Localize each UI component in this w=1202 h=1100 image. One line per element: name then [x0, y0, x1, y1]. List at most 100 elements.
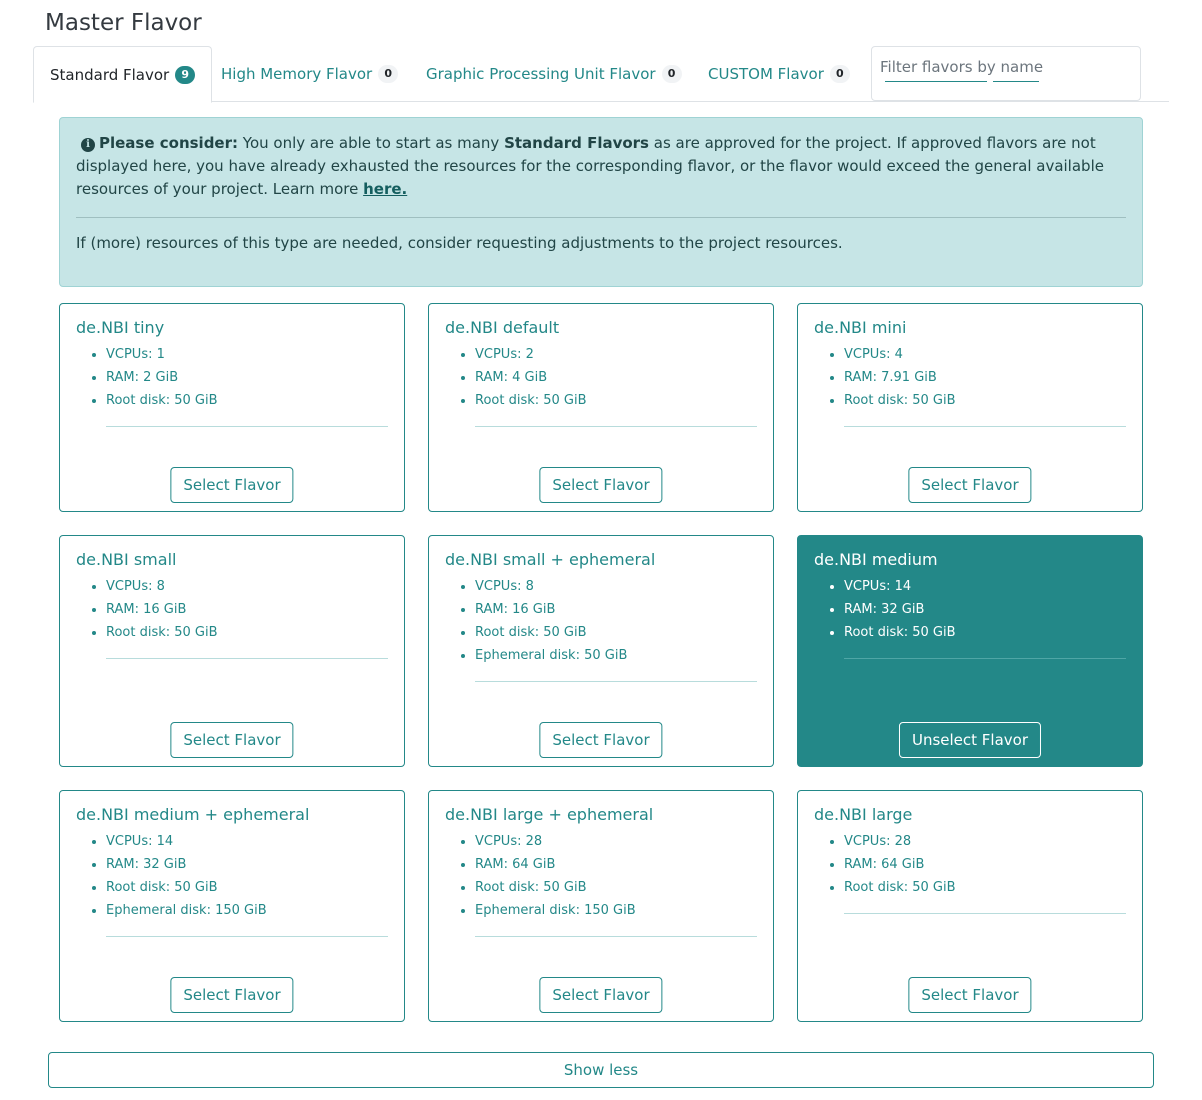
flavor-specs: VCPUs: 8 RAM: 16 GiB Root disk: 50 GiB: [76, 575, 388, 644]
flavor-name: de.NBI small + ephemeral: [445, 550, 656, 569]
alert-bold-text: Standard Flavors: [504, 134, 649, 152]
select-flavor-button[interactable]: Select Flavor: [170, 977, 294, 1013]
spec-item: VCPUs: 8: [475, 575, 757, 598]
card-divider: [475, 681, 757, 682]
spec-item: RAM: 4 GiB: [475, 366, 757, 389]
select-flavor-button[interactable]: Select Flavor: [170, 467, 294, 503]
select-flavor-button[interactable]: Select Flavor: [908, 467, 1032, 503]
spec-item: Root disk: 50 GiB: [106, 389, 388, 412]
card-divider: [844, 658, 1126, 659]
tab-custom-flavor[interactable]: CUSTOM Flavor 0: [692, 46, 866, 102]
spec-item: RAM: 16 GiB: [475, 598, 757, 621]
alert-footer: If (more) resources of this type are nee…: [76, 234, 843, 252]
spec-item: RAM: 7.91 GiB: [844, 366, 1126, 389]
spec-item: Root disk: 50 GiB: [844, 389, 1126, 412]
spec-item: VCPUs: 1: [106, 343, 388, 366]
spec-item: Ephemeral disk: 150 GiB: [475, 899, 757, 922]
spec-item: Root disk: 50 GiB: [106, 876, 388, 899]
card-divider: [106, 936, 388, 937]
filter-container: [871, 46, 1141, 101]
tab-label: Standard Flavor: [50, 65, 170, 84]
tab-high-memory-flavor[interactable]: High Memory Flavor 0: [205, 46, 414, 102]
flavor-name: de.NBI medium: [814, 550, 938, 569]
tab-label: CUSTOM Flavor: [708, 65, 824, 83]
card-divider: [844, 913, 1126, 914]
select-flavor-button[interactable]: Select Flavor: [170, 722, 294, 758]
show-less-button[interactable]: Show less: [48, 1052, 1154, 1088]
select-flavor-button[interactable]: Select Flavor: [539, 467, 663, 503]
unselect-flavor-button[interactable]: Unselect Flavor: [898, 722, 1042, 758]
spec-item: Root disk: 50 GiB: [475, 876, 757, 899]
flavor-card: de.NBI tiny VCPUs: 1 RAM: 2 GiB Root dis…: [59, 303, 405, 512]
spec-item: Root disk: 50 GiB: [844, 876, 1126, 899]
alert-message: i Please consider: You only are able to s…: [76, 132, 1126, 201]
filter-underline: [993, 81, 1039, 82]
flavor-specs: VCPUs: 28 RAM: 64 GiB Root disk: 50 GiB: [814, 830, 1126, 899]
spec-item: VCPUs: 14: [844, 575, 1126, 598]
spec-item: RAM: 32 GiB: [844, 598, 1126, 621]
spec-item: Root disk: 50 GiB: [475, 621, 757, 644]
spec-item: RAM: 64 GiB: [844, 853, 1126, 876]
select-flavor-button[interactable]: Select Flavor: [539, 977, 663, 1013]
filter-underline: [885, 81, 987, 82]
flavor-name: de.NBI mini: [814, 318, 907, 337]
select-flavor-button[interactable]: Select Flavor: [908, 977, 1032, 1013]
spec-item: VCPUs: 8: [106, 575, 388, 598]
card-divider: [475, 936, 757, 937]
tab-label: High Memory Flavor: [221, 65, 373, 83]
card-divider: [106, 658, 388, 659]
count-badge: 0: [829, 65, 850, 83]
card-divider: [475, 426, 757, 427]
spec-item: RAM: 2 GiB: [106, 366, 388, 389]
flavor-name: de.NBI large: [814, 805, 913, 824]
spec-item: Ephemeral disk: 50 GiB: [475, 644, 757, 667]
spec-item: RAM: 32 GiB: [106, 853, 388, 876]
count-badge: 9: [175, 65, 196, 84]
page-title: Master Flavor: [45, 10, 202, 36]
tab-gpu-flavor[interactable]: Graphic Processing Unit Flavor 0: [410, 46, 698, 102]
flavor-name: de.NBI medium + ephemeral: [76, 805, 310, 824]
flavor-specs: VCPUs: 2 RAM: 4 GiB Root disk: 50 GiB: [445, 343, 757, 412]
count-badge: 0: [661, 65, 682, 83]
flavor-card: de.NBI large VCPUs: 28 RAM: 64 GiB Root …: [797, 790, 1143, 1022]
alert-prefix: Please consider:: [99, 134, 239, 152]
alert-text: You only are able to start as many: [238, 134, 505, 152]
flavor-specs: VCPUs: 8 RAM: 16 GiB Root disk: 50 GiB E…: [445, 575, 757, 667]
spec-item: Ephemeral disk: 150 GiB: [106, 899, 388, 922]
flavor-specs: VCPUs: 14 RAM: 32 GiB Root disk: 50 GiB …: [76, 830, 388, 922]
flavor-card: de.NBI small + ephemeral VCPUs: 8 RAM: 1…: [428, 535, 774, 767]
spec-item: VCPUs: 14: [106, 830, 388, 853]
flavor-name: de.NBI large + ephemeral: [445, 805, 654, 824]
flavor-specs: VCPUs: 1 RAM: 2 GiB Root disk: 50 GiB: [76, 343, 388, 412]
tab-standard-flavor[interactable]: Standard Flavor 9: [33, 46, 213, 103]
spec-item: VCPUs: 28: [475, 830, 757, 853]
spec-item: Root disk: 50 GiB: [475, 389, 757, 412]
spec-item: VCPUs: 4: [844, 343, 1126, 366]
flavor-name: de.NBI tiny: [76, 318, 165, 337]
flavor-card-selected: de.NBI medium VCPUs: 14 RAM: 32 GiB Root…: [797, 535, 1143, 767]
flavor-card: de.NBI medium + ephemeral VCPUs: 14 RAM:…: [59, 790, 405, 1022]
flavor-specs: VCPUs: 28 RAM: 64 GiB Root disk: 50 GiB …: [445, 830, 757, 922]
card-divider: [844, 426, 1126, 427]
flavor-specs: VCPUs: 4 RAM: 7.91 GiB Root disk: 50 GiB: [814, 343, 1126, 412]
flavor-card: de.NBI large + ephemeral VCPUs: 28 RAM: …: [428, 790, 774, 1022]
spec-item: RAM: 64 GiB: [475, 853, 757, 876]
spec-item: Root disk: 50 GiB: [844, 621, 1126, 644]
flavor-name: de.NBI small: [76, 550, 177, 569]
count-badge: 0: [378, 65, 399, 83]
learn-more-link[interactable]: here.: [363, 180, 407, 198]
flavor-specs: VCPUs: 14 RAM: 32 GiB Root disk: 50 GiB: [814, 575, 1126, 644]
select-flavor-button[interactable]: Select Flavor: [539, 722, 663, 758]
flavor-card: de.NBI default VCPUs: 2 RAM: 4 GiB Root …: [428, 303, 774, 512]
info-circle-icon: i: [81, 138, 95, 152]
filter-flavors-input[interactable]: [878, 55, 1128, 79]
spec-item: VCPUs: 28: [844, 830, 1126, 853]
spec-item: VCPUs: 2: [475, 343, 757, 366]
card-divider: [106, 426, 388, 427]
tab-label: Graphic Processing Unit Flavor: [426, 65, 656, 83]
flavor-name: de.NBI default: [445, 318, 560, 337]
alert-divider: [76, 217, 1126, 218]
flavor-card: de.NBI small VCPUs: 8 RAM: 16 GiB Root d…: [59, 535, 405, 767]
spec-item: RAM: 16 GiB: [106, 598, 388, 621]
flavor-card: de.NBI mini VCPUs: 4 RAM: 7.91 GiB Root …: [797, 303, 1143, 512]
